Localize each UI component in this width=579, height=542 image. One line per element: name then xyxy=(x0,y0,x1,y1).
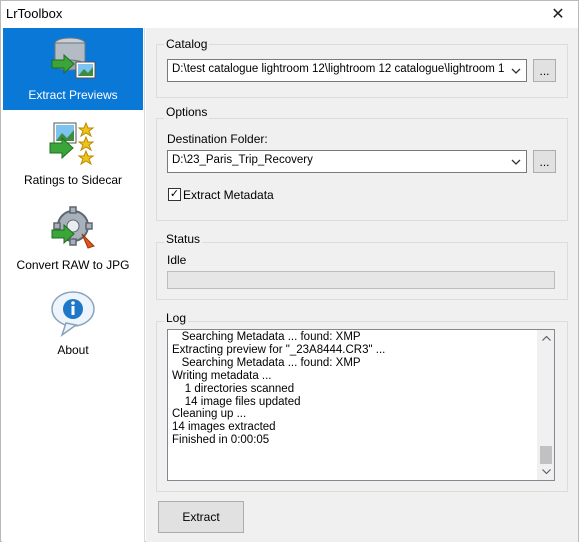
about-info-icon xyxy=(48,289,98,337)
sidebar-item-ratings-to-sidecar[interactable]: Ratings to Sidecar xyxy=(3,113,143,195)
sidebar-item-label: About xyxy=(57,343,89,357)
scroll-thumb[interactable] xyxy=(540,446,552,464)
log-line: Cleaning up ... xyxy=(172,408,247,421)
main-panel: Catalog D:\test catalogue lightroom 12\l… xyxy=(146,28,578,542)
log-line: Searching Metadata ... found: XMP xyxy=(172,356,361,369)
log-scrollbar[interactable] xyxy=(537,330,554,480)
options-group-label: Options xyxy=(164,105,210,119)
sidebar-item-label: Ratings to Sidecar xyxy=(23,173,123,187)
log-line: 1 directories scanned xyxy=(172,382,295,395)
window-title: LrToolbox xyxy=(6,6,63,21)
status-state: Idle xyxy=(167,253,187,267)
status-group-label: Status xyxy=(164,232,203,246)
sidebar-item-label: Extract Previews xyxy=(28,88,118,102)
chevron-down-icon[interactable] xyxy=(508,152,524,171)
log-textbox[interactable]: Searching Metadata ... found: XMP Extract… xyxy=(167,329,555,481)
chevron-down-icon[interactable] xyxy=(508,61,524,80)
scroll-up-icon[interactable] xyxy=(538,330,554,347)
scroll-down-icon[interactable] xyxy=(538,463,554,480)
convert-raw-icon xyxy=(48,204,98,252)
log-line: Writing metadata ... xyxy=(172,369,272,382)
sidebar-item-extract-previews[interactable]: Extract Previews xyxy=(3,28,143,110)
catalog-browse-button[interactable]: ... xyxy=(533,59,556,82)
close-icon[interactable]: ✕ xyxy=(538,1,578,27)
sidebar-item-label: Convert RAW to JPG xyxy=(16,258,130,272)
app-window: LrToolbox ✕ Extract Previews Ratings to … xyxy=(0,0,579,542)
sidebar: Extract Previews Ratings to Sidecar Conv… xyxy=(2,28,145,542)
catalog-path-value: D:\test catalogue lightroom 12\lightroom… xyxy=(172,63,504,75)
progress-bar xyxy=(167,271,555,289)
log-line: 14 images extracted xyxy=(172,421,276,434)
log-lines: Searching Metadata ... found: XMP Extract… xyxy=(172,331,534,447)
ratings-icon xyxy=(48,119,98,167)
destination-folder-label: Destination Folder: xyxy=(167,132,268,146)
log-line: Finished in 0:00:05 xyxy=(172,434,270,447)
destination-browse-button[interactable]: ... xyxy=(533,150,556,173)
log-group-label: Log xyxy=(164,311,189,325)
extract-metadata-checkbox[interactable]: ✓ xyxy=(168,188,181,201)
catalog-path-combobox[interactable]: D:\test catalogue lightroom 12\lightroom… xyxy=(167,59,527,82)
extract-button[interactable]: Extract xyxy=(158,501,244,533)
destination-folder-combobox[interactable]: D:\23_Paris_Trip_Recovery xyxy=(167,150,527,173)
log-line: 14 image files updated xyxy=(172,395,301,408)
log-line: Extracting preview for "_23A8444.CR3" ..… xyxy=(172,343,386,356)
sidebar-item-convert-raw-to-jpg[interactable]: Convert RAW to JPG xyxy=(3,198,143,280)
extract-metadata-label[interactable]: Extract Metadata xyxy=(183,188,274,202)
extract-previews-icon xyxy=(48,34,98,82)
sidebar-item-about[interactable]: About xyxy=(3,283,143,365)
title-bar: LrToolbox ✕ xyxy=(1,1,578,27)
destination-folder-value: D:\23_Paris_Trip_Recovery xyxy=(172,154,313,166)
catalog-group-label: Catalog xyxy=(164,37,210,51)
log-line: Searching Metadata ... found: XMP xyxy=(172,331,361,343)
